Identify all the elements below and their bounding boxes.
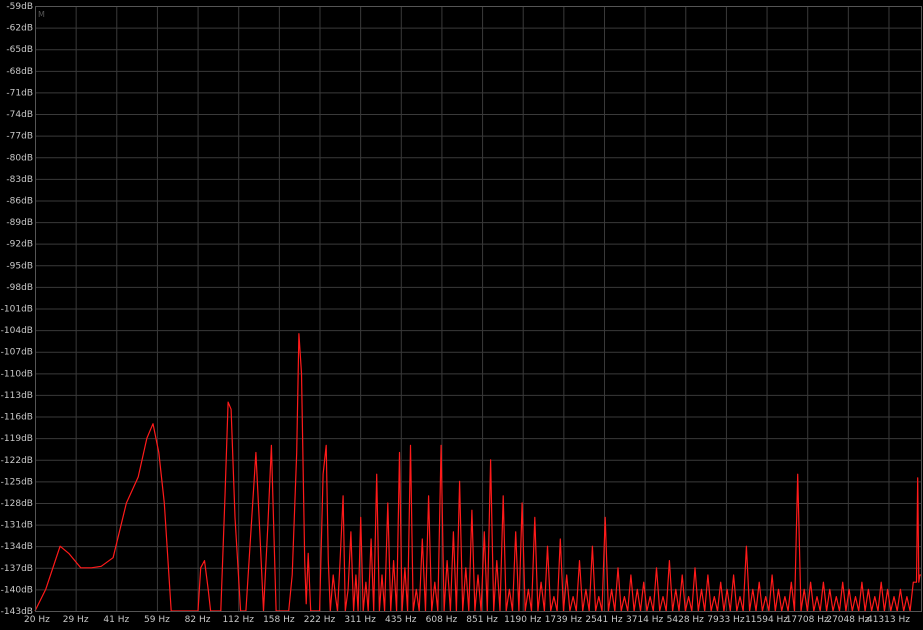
x-axis-ticks: 20 Hz 29 Hz 41 Hz 59 Hz 82 Hz 112 Hz 158 Hz 222…	[24, 615, 910, 625]
x-tick-label: 435 Hz	[385, 615, 417, 625]
y-tick-label: -119dB	[1, 434, 33, 444]
y-tick-label: -89dB	[6, 218, 33, 228]
x-tick-label: 1739 Hz	[545, 615, 583, 625]
y-tick-label: -107dB	[1, 348, 33, 358]
x-tick-label: 158 Hz	[263, 615, 295, 625]
corner-marker: M	[38, 10, 45, 19]
y-tick-label: -59dB	[6, 2, 33, 12]
y-tick-label: -125dB	[1, 477, 33, 487]
x-tick-label: 608 Hz	[426, 615, 458, 625]
x-tick-label: 17708 Hz	[786, 615, 829, 625]
y-tick-label: -110dB	[1, 369, 33, 379]
y-tick-label: -65dB	[6, 45, 33, 55]
y-tick-label: -74dB	[6, 110, 33, 120]
y-tick-label: -131dB	[1, 521, 33, 531]
x-tick-label: 112 Hz	[222, 615, 254, 625]
x-tick-label: 11594 Hz	[745, 615, 788, 625]
y-tick-label: -68dB	[6, 67, 33, 77]
y-tick-label: -62dB	[6, 24, 33, 34]
spectrum-chart: -59dB -62dB -65dB -68dB -71dB -74dB -77dB -80dB…	[0, 0, 923, 625]
y-tick-label: -137dB	[1, 564, 33, 574]
y-tick-label: -122dB	[1, 456, 33, 466]
x-tick-label: 27048 Hz	[826, 615, 869, 625]
y-tick-label: -98dB	[6, 283, 33, 293]
y-tick-label: -140dB	[1, 585, 33, 595]
x-tick-label: 222 Hz	[304, 615, 336, 625]
y-tick-label: -86dB	[6, 196, 33, 206]
x-tick-label: 1190 Hz	[504, 615, 542, 625]
x-tick-label: 2541 Hz	[585, 615, 623, 625]
y-tick-label: -128dB	[1, 499, 33, 509]
y-tick-label: -83dB	[6, 175, 33, 185]
spectrum-analyzer: -59dB -62dB -65dB -68dB -71dB -74dB -77dB -80dB…	[0, 0, 923, 625]
y-tick-label: -134dB	[1, 542, 33, 552]
x-tick-label: 311 Hz	[344, 615, 376, 625]
plot-background	[0, 0, 923, 625]
x-tick-label: 851 Hz	[466, 615, 498, 625]
y-tick-label: -104dB	[1, 326, 33, 336]
y-tick-label: -80dB	[6, 153, 33, 163]
y-tick-label: -71dB	[6, 88, 33, 98]
x-tick-label: 41 Hz	[103, 615, 129, 625]
x-tick-label: 3714 Hz	[626, 615, 664, 625]
x-tick-label: 82 Hz	[185, 615, 211, 625]
x-tick-label: 7933 Hz	[707, 615, 745, 625]
x-tick-label: 20 Hz	[24, 615, 50, 625]
y-tick-label: -95dB	[6, 261, 33, 271]
y-tick-label: -116dB	[1, 413, 33, 423]
x-tick-label: 5428 Hz	[667, 615, 705, 625]
y-tick-label: -101dB	[1, 305, 33, 315]
x-tick-label: 41313 Hz	[867, 615, 910, 625]
y-tick-label: -113dB	[1, 391, 33, 401]
x-tick-label: 29 Hz	[63, 615, 89, 625]
y-axis-ticks: -59dB -62dB -65dB -68dB -71dB -74dB -77dB -80dB…	[1, 2, 33, 617]
y-tick-label: -77dB	[6, 132, 33, 142]
y-tick-label: -92dB	[6, 240, 33, 250]
x-tick-label: 59 Hz	[144, 615, 170, 625]
